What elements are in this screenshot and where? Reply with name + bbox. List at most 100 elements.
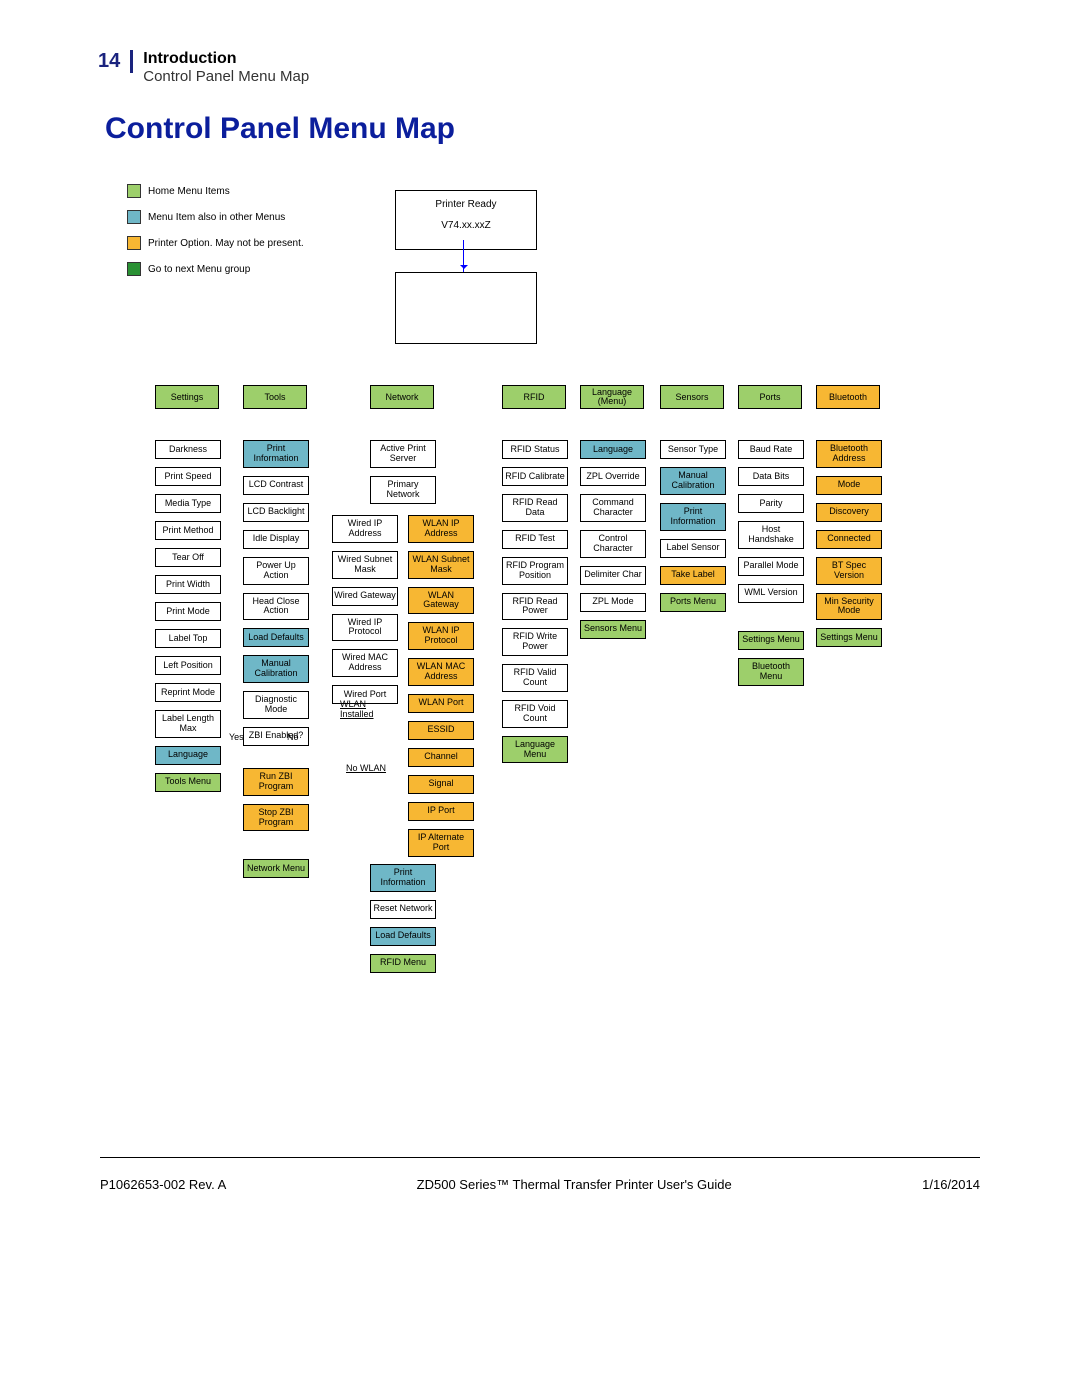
footer-center: ZD500 Series™ Thermal Transfer Printer U… [417,1177,732,1192]
node: RFID Read Data [502,494,568,522]
node: WLAN IP Address [408,515,474,543]
annot-no-wlan: No WLAN [346,763,386,773]
node: RFID Write Power [502,628,568,656]
node: BT Spec Version [816,557,882,585]
section-subtitle: Control Panel Menu Map [143,68,309,85]
node: Command Character [580,494,646,522]
legend-swatch-option [127,236,141,250]
node: Print Method [155,521,221,540]
node: Idle Display [243,530,309,549]
col-language: Language ZPL Override Command Character … [580,440,646,647]
node-language: Language [155,746,221,765]
annot-wlan-installed: WLAN Installed [340,699,398,719]
node: Reset Network [370,900,436,919]
cat-sensors: Sensors [660,385,724,409]
node: Wired Gateway [332,587,398,606]
cat-bluetooth: Bluetooth [816,385,880,409]
node-load-defaults: Load Defaults [243,628,309,647]
category-row: Settings Tools Network RFID Language (Me… [0,385,1080,407]
node: Wired Subnet Mask [332,551,398,579]
section-name: Introduction [143,50,309,68]
node: Wired MAC Address [332,649,398,677]
node-stop-zbi: Stop ZBI Program [243,804,309,832]
page-title: Control Panel Menu Map [105,112,455,146]
node: RFID Void Count [502,700,568,728]
cat-network: Network [370,385,434,409]
node: Label Top [155,629,221,648]
node-run-zbi: Run ZBI Program [243,768,309,796]
node: RFID Read Power [502,593,568,621]
node: LCD Backlight [243,503,309,522]
legend: Home Menu Items Menu Item also in other … [127,178,304,282]
page-number: 14 [98,50,133,73]
node: RFID Status [502,440,568,459]
node: Sensor Type [660,440,726,459]
annot-no: No [287,732,299,742]
node-settings-menu: Settings Menu [816,628,882,647]
col-network-top: Active Print Server Primary Network [370,440,436,512]
node: Label Length Max [155,710,221,738]
printer-ready-box: Printer Ready V74.xx.xxZ [395,190,537,250]
node: Parallel Mode [738,557,804,576]
node-ports-menu: Ports Menu [660,593,726,612]
node: Wired IP Protocol [332,614,398,642]
col-ports: Baud Rate Data Bits Parity Host Handshak… [738,440,804,694]
node: LCD Contrast [243,476,309,495]
node-language: Language [580,440,646,459]
node: Discovery [816,503,882,522]
page-footer: P1062653-002 Rev. A ZD500 Series™ Therma… [100,1157,980,1192]
node: ZPL Mode [580,593,646,612]
col-tools: Print Information LCD Contrast LCD Backl… [243,440,309,886]
node: IP Port [408,802,474,821]
col-sensors: Sensor Type Manual Calibration Print Inf… [660,440,726,620]
cat-language: Language (Menu) [580,385,644,409]
annot-yes: Yes [229,732,244,742]
node: Print Mode [155,602,221,621]
node-language-menu: Language Menu [502,736,568,764]
node: Reprint Mode [155,683,221,702]
node: Parity [738,494,804,513]
col-settings: Darkness Print Speed Media Type Print Me… [155,440,221,800]
node: Take Label [660,566,726,585]
node: Print Width [155,575,221,594]
node: Delimiter Char [580,566,646,585]
node-tools-menu: Tools Menu [155,773,221,792]
page-header: 14 Introduction Control Panel Menu Map [98,50,309,85]
node: Diagnostic Mode [243,691,309,719]
node: WLAN Port [408,694,474,713]
node: Wired IP Address [332,515,398,543]
node: Connected [816,530,882,549]
cat-tools: Tools [243,385,307,409]
node: WLAN Subnet Mask [408,551,474,579]
node: Channel [408,748,474,767]
node: Baud Rate [738,440,804,459]
node: Media Type [155,494,221,513]
legend-swatch-also [127,210,141,224]
node: Darkness [155,440,221,459]
node: Host Handshake [738,521,804,549]
cat-ports: Ports [738,385,802,409]
cat-rfid: RFID [502,385,566,409]
node-network-menu: Network Menu [243,859,309,878]
legend-swatch-home [127,184,141,198]
node: Tear Off [155,548,221,567]
node: Data Bits [738,467,804,486]
col-bluetooth: Bluetooth Address Mode Discovery Connect… [816,440,882,655]
node: RFID Valid Count [502,664,568,692]
col-network-wlan: WLAN IP Address WLAN Subnet Mask WLAN Ga… [408,515,474,865]
node-print-info: Print Information [243,440,309,468]
col-network-wired: Wired IP Address Wired Subnet Mask Wired… [332,515,398,712]
node: RFID Program Position [502,557,568,585]
node: Active Print Server [370,440,436,468]
node: WLAN Gateway [408,587,474,615]
node: Mode [816,476,882,495]
node: Print Speed [155,467,221,486]
node: ZPL Override [580,467,646,486]
node: Min Security Mode [816,593,882,621]
node: Power Up Action [243,557,309,585]
node-manual-cal: Manual Calibration [660,467,726,495]
node: ESSID [408,721,474,740]
node: IP Alternate Port [408,829,474,857]
arrow-down [463,240,464,272]
node-sensors-menu: Sensors Menu [580,620,646,639]
